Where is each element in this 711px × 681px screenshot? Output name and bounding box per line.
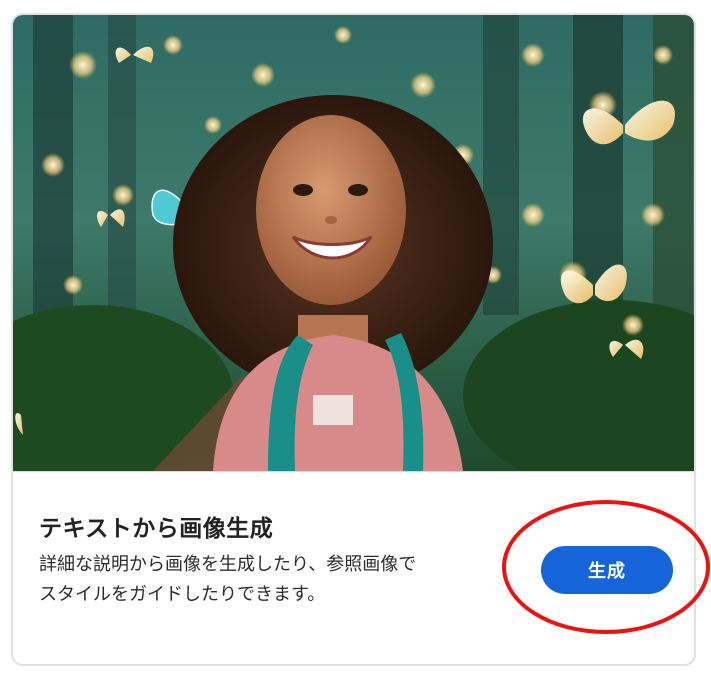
generate-button[interactable]: 生成	[541, 546, 673, 594]
description-line-2: スタイルをガイドしたりできます。	[39, 584, 326, 605]
card-description: 詳細な説明から画像を生成したり、参照画像で スタイルをガイドしたりできます。	[39, 550, 489, 610]
card-title: テキストから画像生成	[39, 516, 274, 542]
girl-with-butterflies-illustration	[13, 15, 694, 471]
card-content: テキストから画像生成 詳細な説明から画像を生成したり、参照画像で スタイルをガイ…	[13, 472, 694, 664]
hero-image	[13, 15, 694, 472]
feature-card: テキストから画像生成 詳細な説明から画像を生成したり、参照画像で スタイルをガイ…	[11, 13, 696, 666]
description-line-1: 詳細な説明から画像を生成したり、参照画像で	[39, 554, 417, 575]
